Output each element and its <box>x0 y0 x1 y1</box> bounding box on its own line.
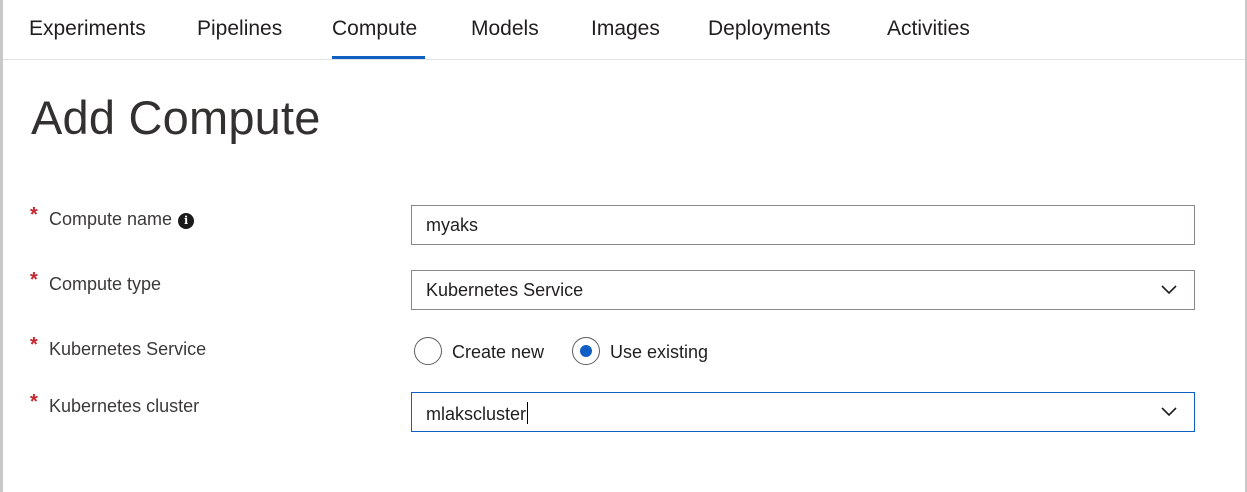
kubernetes-cluster-value-text: mlakscluster <box>426 404 527 424</box>
compute-name-input[interactable]: myaks <box>411 205 1195 245</box>
radio-use-existing-label: Use existing <box>610 342 709 362</box>
required-marker: * <box>30 334 38 356</box>
text-caret <box>527 402 529 424</box>
top-nav-tabs: Experiments Pipelines Compute Models Ima… <box>3 0 1245 60</box>
kubernetes-service-label: Kubernetes Service <box>49 339 207 359</box>
chevron-down-icon <box>1161 285 1177 295</box>
page-title: Add Compute <box>31 91 321 144</box>
required-marker: * <box>30 391 38 413</box>
compute-type-label: Compute type <box>49 274 162 294</box>
chevron-down-icon <box>1161 407 1177 417</box>
required-marker: * <box>30 204 38 226</box>
radio-create-new-label: Create new <box>452 342 545 362</box>
app-frame: Experiments Pipelines Compute Models Ima… <box>0 0 1247 492</box>
tab-deployments[interactable]: Deployments <box>708 17 831 41</box>
info-icon[interactable]: i <box>178 213 195 229</box>
tab-images[interactable]: Images <box>591 17 660 41</box>
active-tab-indicator <box>332 56 425 59</box>
compute-type-dropdown[interactable]: Kubernetes Service <box>411 270 1195 310</box>
tab-models[interactable]: Models <box>471 17 539 41</box>
tab-pipelines[interactable]: Pipelines <box>197 17 282 41</box>
kubernetes-cluster-dropdown[interactable]: mlakscluster <box>411 392 1195 432</box>
tab-compute[interactable]: Compute <box>332 17 417 41</box>
radio-create-new[interactable]: Create new <box>414 337 554 369</box>
compute-name-label-text: Compute name <box>49 209 173 229</box>
compute-type-value: Kubernetes Service <box>426 280 584 300</box>
tab-experiments[interactable]: Experiments <box>29 17 146 41</box>
compute-name-label: Compute name i <box>49 209 195 230</box>
radio-selected-dot <box>580 345 592 357</box>
required-marker: * <box>30 269 38 291</box>
kubernetes-cluster-value[interactable]: mlakscluster <box>426 402 529 425</box>
radio-use-existing-circle[interactable] <box>572 337 600 365</box>
kubernetes-cluster-label: Kubernetes cluster <box>49 396 200 416</box>
radio-use-existing[interactable]: Use existing <box>572 337 722 369</box>
tab-activities[interactable]: Activities <box>887 17 970 41</box>
compute-name-value: myaks <box>426 215 479 235</box>
radio-create-new-circle[interactable] <box>414 337 442 365</box>
